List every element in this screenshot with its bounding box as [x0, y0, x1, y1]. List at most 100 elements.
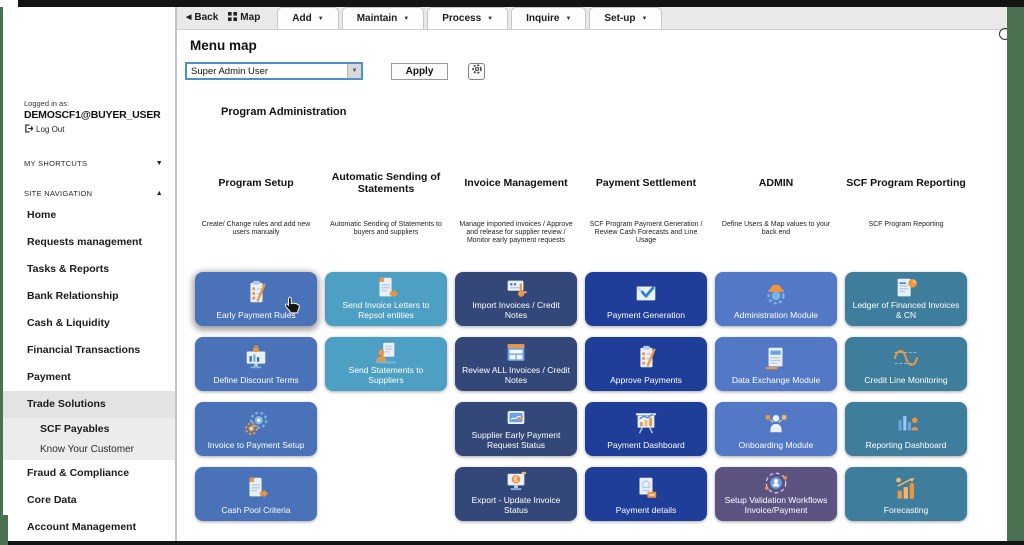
gears-icon — [201, 406, 311, 441]
tile-payment-details[interactable]: Payment details — [585, 467, 707, 521]
tile-payment-dashboard[interactable]: Payment Dashboard — [585, 402, 707, 456]
column-title: Program Setup — [218, 177, 294, 189]
tile-data-exchange-module[interactable]: Data Exchange Module — [715, 337, 837, 391]
tile-forecasting[interactable]: Forecasting — [845, 467, 967, 521]
column-header-invoice-management: Invoice Management Manage imported invoic… — [455, 151, 577, 245]
person-document-icon — [331, 340, 441, 366]
column-title: SCF Program Reporting — [846, 177, 966, 189]
menu-tab-maintain[interactable]: Maintain ▼ — [341, 7, 425, 29]
person-orbit-icon — [721, 470, 831, 496]
menu-tab-set-up[interactable]: Set-up ▼ — [589, 7, 663, 29]
sidebar-item-financial-transactions[interactable]: Financial Transactions — [3, 337, 175, 364]
site-navigation-toggle[interactable]: SITE NAVIGATION ▲ — [24, 189, 163, 198]
logout-link[interactable]: Log Out — [24, 124, 161, 135]
apply-button[interactable]: Apply — [391, 62, 448, 80]
tile-credit-line-monitoring[interactable]: Credit Line Monitoring — [845, 337, 967, 391]
gear-hardhat-icon — [721, 276, 831, 311]
tile-administration-module[interactable]: Administration Module — [715, 272, 837, 326]
role-select[interactable]: Super Admin User ▼ — [185, 62, 363, 80]
chevron-down-icon: ▼ — [403, 15, 410, 22]
top-menu-strip: ◀ Back Map Add ▼ Maintain ▼ Process ▼ Inquire ▼… — [177, 7, 1007, 30]
menu-tab-process[interactable]: Process ▼ — [427, 7, 509, 29]
tile-label: Export - Update Invoice Status — [471, 495, 561, 515]
gear-icon — [471, 62, 483, 80]
column-header-admin: ADMIN Define Users & Map values to your b… — [715, 151, 837, 245]
select-arrow-icon: ▼ — [347, 64, 361, 78]
map-button[interactable]: Map — [223, 6, 265, 29]
chevron-down-icon: ▼ — [155, 160, 163, 167]
menu-tab-label: Set-up — [604, 13, 636, 24]
tile-grid: Early Payment Rules Define Discount Terms… — [195, 272, 967, 521]
tile-label: Invoice to Payment Setup — [207, 439, 305, 450]
tile-label: Onboarding Module — [738, 439, 814, 450]
column-description: SCF Program Payment Generation / Review … — [589, 221, 703, 244]
envelope-check-icon — [591, 276, 701, 311]
barchart-up-icon — [851, 471, 961, 506]
tile-review-all-invoices-credit-notes[interactable]: Review ALL Invoices / Credit Notes — [455, 337, 577, 391]
sidebar-item-cash-liquidity[interactable]: Cash & Liquidity — [3, 310, 175, 337]
menu-tab-inquire[interactable]: Inquire ▼ — [511, 7, 587, 29]
wave-icon — [851, 341, 961, 376]
tile-export-update-invoice-status[interactable]: € Export - Update Invoice Status — [455, 467, 577, 521]
sidebar-item-scf-payables[interactable]: SCF Payables — [3, 418, 175, 440]
sidebar-item-bank-relationship[interactable]: Bank Relationship — [3, 283, 175, 310]
sidebar-item-requests-management[interactable]: Requests management — [3, 229, 175, 256]
tile-invoice-to-payment-setup[interactable]: Invoice to Payment Setup — [195, 402, 317, 456]
sidebar-item-payment[interactable]: Payment — [3, 364, 175, 391]
tile-reporting-dashboard[interactable]: Reporting Dashboard — [845, 402, 967, 456]
chevron-down-icon: ▼ — [641, 15, 648, 22]
chevron-down-icon: ▼ — [487, 15, 494, 22]
tile-supplier-early-payment-request-status[interactable]: Supplier Early Payment Request Status — [455, 402, 577, 456]
tile-approve-payments[interactable]: Approve Payments — [585, 337, 707, 391]
sidebar-divider — [175, 7, 177, 541]
back-button[interactable]: ◀ Back — [181, 6, 223, 29]
tile-label: Data Exchange Module — [731, 374, 821, 385]
sidebar-item-trade-solutions[interactable]: Trade Solutions — [3, 391, 175, 418]
chevron-up-icon: ▲ — [155, 190, 163, 197]
sidebar-item-account-management[interactable]: Account Management — [3, 514, 175, 541]
tile-label: Payment Generation — [607, 309, 685, 320]
column-headers: Program Setup Create/ Change rules and ad… — [195, 151, 967, 245]
document-arrow-icon — [331, 275, 441, 301]
tile-label: Send Invoice Letters to Repsol entities — [342, 300, 430, 320]
logged-in-username: DEMOSCF1@BUYER_USER — [24, 109, 161, 121]
my-shortcuts-label: MY SHORTCUTS — [24, 159, 88, 168]
logged-in-label: Logged in as: — [24, 99, 70, 108]
site-navigation-label: SITE NAVIGATION — [24, 189, 93, 198]
sidebar-item-know-your-customer[interactable]: Know Your Customer — [3, 440, 175, 460]
tile-import-invoices-credit-notes[interactable]: Import Invoices / Credit Notes — [455, 272, 577, 326]
id-card-icon — [461, 405, 571, 431]
tile-early-payment-rules[interactable]: Early Payment Rules — [195, 272, 317, 326]
column-title: ADMIN — [758, 177, 794, 189]
settings-button[interactable] — [468, 62, 485, 80]
tile-ledger-of-financed-invoices-cn[interactable]: Ledger of Financed Invoices & CN — [845, 272, 967, 326]
barchart-person-icon — [851, 406, 961, 441]
tile-onboarding-module[interactable]: Onboarding Module — [715, 402, 837, 456]
sidebar-item-home[interactable]: Home — [3, 202, 175, 229]
tile-define-discount-terms[interactable]: Define Discount Terms — [195, 337, 317, 391]
column-title: Automatic Sending of Statements — [331, 171, 441, 195]
user-block: Logged in as: DEMOSCF1@BUYER_USER Log Ou… — [24, 99, 161, 135]
tile-setup-validation-workflows-invoice-payment[interactable]: Setup Validation Workflows Invoice/Payme… — [715, 467, 837, 521]
back-label: Back — [194, 12, 219, 23]
tile-send-statements-to-suppliers[interactable]: Send Statements to Suppliers — [325, 337, 447, 391]
sidebar-item-tasks-reports[interactable]: Tasks & Reports — [3, 256, 175, 283]
page-title: Menu map — [190, 38, 257, 53]
column-header-automatic-sending-of-statements: Automatic Sending of Statements Automatic… — [325, 151, 447, 245]
menu-tab-label: Process — [442, 13, 482, 24]
window-top-bar — [18, 0, 1024, 7]
sidebar-item-fraud-compliance[interactable]: Fraud & Compliance — [3, 460, 175, 487]
sidebar-item-core-data[interactable]: Core Data — [3, 487, 175, 514]
column-header-payment-settlement: Payment Settlement SCF Program Payment Ge… — [585, 151, 707, 245]
main-content: ◀ Back Map Add ▼ Maintain ▼ Process ▼ Inquire ▼… — [177, 7, 1011, 541]
menu-tabs: Add ▼ Maintain ▼ Process ▼ Inquire ▼ Set-up ▼ — [277, 7, 665, 29]
tile-cash-pool-criteria[interactable]: Cash Pool Criteria — [195, 467, 317, 521]
tile-send-invoice-letters-to-repsol-entities[interactable]: Send Invoice Letters to Repsol entities — [325, 272, 447, 326]
my-shortcuts-toggle[interactable]: MY SHORTCUTS ▼ — [24, 159, 163, 168]
tile-label: Cash Pool Criteria — [221, 504, 291, 515]
menu-tab-add[interactable]: Add ▼ — [277, 7, 339, 29]
section-title: Program Administration — [221, 106, 347, 118]
person-thumbs-icon — [721, 406, 831, 441]
tile-payment-generation[interactable]: Payment Generation — [585, 272, 707, 326]
window-bottom-bar — [0, 541, 1024, 545]
